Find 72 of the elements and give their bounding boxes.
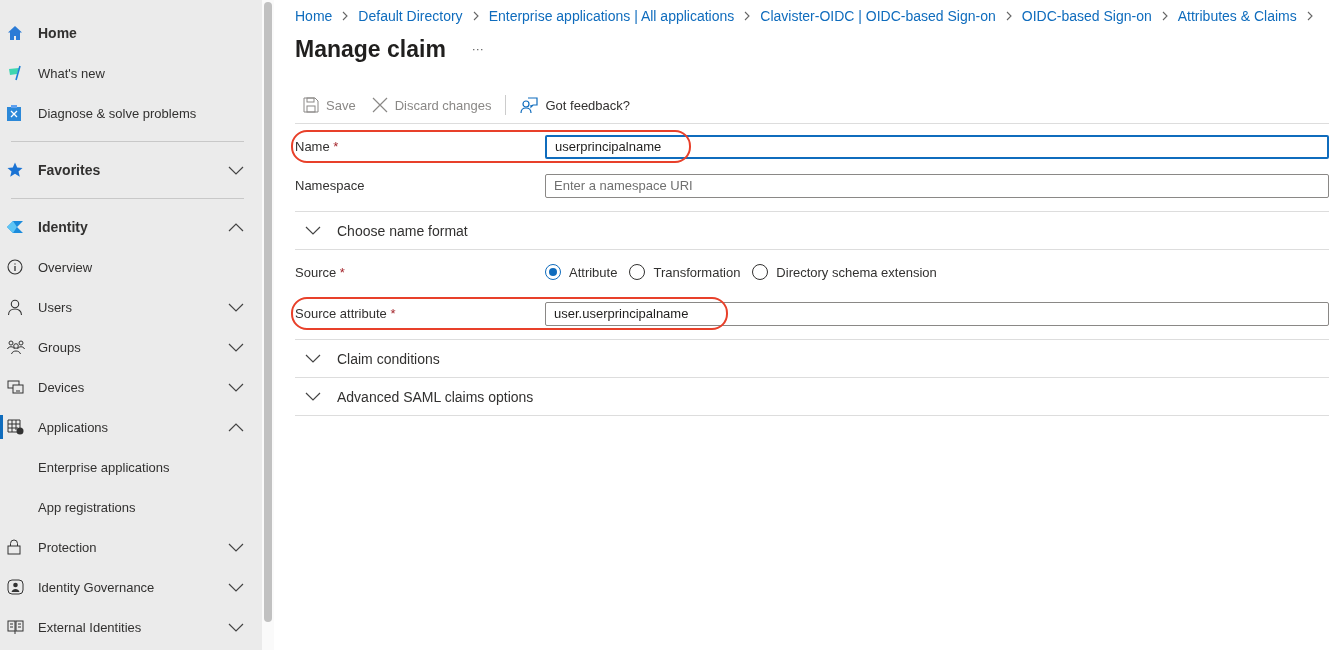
breadcrumb-link[interactable]: Default Directory — [358, 8, 463, 24]
chevron-down-icon — [305, 354, 321, 363]
chevron-right-icon — [744, 11, 751, 21]
chevron-right-icon — [1306, 11, 1313, 21]
chevron-down-icon[interactable] — [228, 542, 244, 552]
radio-option[interactable]: Directory schema extension — [752, 264, 937, 280]
sidebar-item[interactable]: Devices — [0, 367, 262, 407]
chevron-down-icon — [305, 392, 321, 401]
governance-icon — [7, 579, 24, 595]
sidebar-item[interactable]: Protection — [0, 527, 262, 567]
breadcrumb-link[interactable]: Enterprise applications | All applications — [488, 8, 735, 24]
devices-icon — [7, 380, 24, 394]
text-field[interactable]: userprincipalname — [545, 134, 1329, 159]
expander-section[interactable]: Choose name format — [295, 211, 1329, 250]
star-icon — [7, 162, 23, 178]
sidebar-item[interactable]: Overview — [0, 247, 262, 287]
chevron-right-icon — [1005, 11, 1012, 21]
page-title: Manage claim — [295, 35, 446, 63]
info-icon — [7, 259, 23, 275]
sidebar-item[interactable]: What's new — [0, 53, 262, 93]
breadcrumb-link[interactable]: Home — [295, 8, 333, 24]
grid-gear-icon — [7, 419, 24, 435]
home-icon — [7, 25, 23, 41]
sidebar-item[interactable]: Identity Governance — [0, 567, 262, 607]
chevron-down-icon[interactable] — [228, 382, 244, 392]
chevron-up-icon[interactable] — [228, 422, 244, 432]
scrollbar-thumb[interactable] — [264, 2, 272, 622]
sidebar-item[interactable]: Identity — [0, 207, 262, 247]
breadcrumb-link[interactable]: Clavister-OIDC | OIDC-based Sign-on — [760, 8, 996, 24]
flag-icon — [7, 65, 23, 81]
radio-option[interactable]: Transformation — [629, 264, 741, 280]
toolbar-button[interactable]: Got feedback? — [512, 91, 639, 119]
sidebar-item[interactable]: Applications — [0, 407, 262, 447]
sidebar-item[interactable]: App registrations — [0, 487, 262, 527]
sidebar-item[interactable]: Enterprise applications — [0, 447, 262, 487]
expander-section[interactable]: Advanced SAML claims options — [295, 378, 1329, 416]
chevron-down-icon[interactable] — [228, 302, 244, 312]
breadcrumb-link[interactable]: Attributes & Claims — [1177, 8, 1297, 24]
sidebar-item[interactable]: Users — [0, 287, 262, 327]
sidebar-item[interactable]: Favorites — [0, 150, 262, 190]
people-icon — [7, 340, 25, 354]
text-field[interactable]: Enter a namespace URI — [545, 173, 1329, 198]
chevron-right-icon — [1161, 11, 1168, 21]
chevron-down-icon[interactable] — [228, 622, 244, 632]
sidebar-item[interactable]: External Identities — [0, 607, 262, 647]
text-field[interactable]: user.userprincipalname — [545, 301, 1329, 326]
radio-option[interactable]: Attribute — [545, 264, 618, 280]
save-icon — [303, 97, 319, 113]
sidebar-item[interactable]: Groups — [0, 327, 262, 367]
field-label: Namespace — [295, 178, 366, 193]
chevron-down-icon[interactable] — [228, 165, 244, 175]
chevron-down-icon — [305, 226, 321, 235]
chevron-down-icon[interactable] — [228, 582, 244, 592]
field-label: Name * — [295, 139, 340, 154]
field-label: Source attribute * — [295, 306, 397, 321]
lock-icon — [7, 539, 21, 555]
id-cards-icon — [7, 619, 24, 635]
expander-section[interactable]: Claim conditions — [295, 339, 1329, 378]
sidebar-item[interactable]: Diagnose & solve problems — [0, 93, 262, 133]
chevron-up-icon[interactable] — [228, 222, 244, 232]
feedback-icon — [520, 96, 539, 114]
chevron-right-icon — [342, 11, 349, 21]
clipboard-tools-icon — [7, 105, 21, 121]
breadcrumb-link[interactable]: OIDC-based Sign-on — [1021, 8, 1152, 24]
person-icon — [7, 299, 23, 315]
field-label: Source * — [295, 264, 346, 280]
chevron-right-icon — [472, 11, 479, 21]
diamond-icon — [7, 221, 23, 233]
close-icon — [371, 97, 388, 113]
chevron-down-icon[interactable] — [228, 342, 244, 352]
more-options[interactable]: ··· — [471, 42, 484, 56]
sidebar-item[interactable]: Home — [0, 13, 262, 53]
